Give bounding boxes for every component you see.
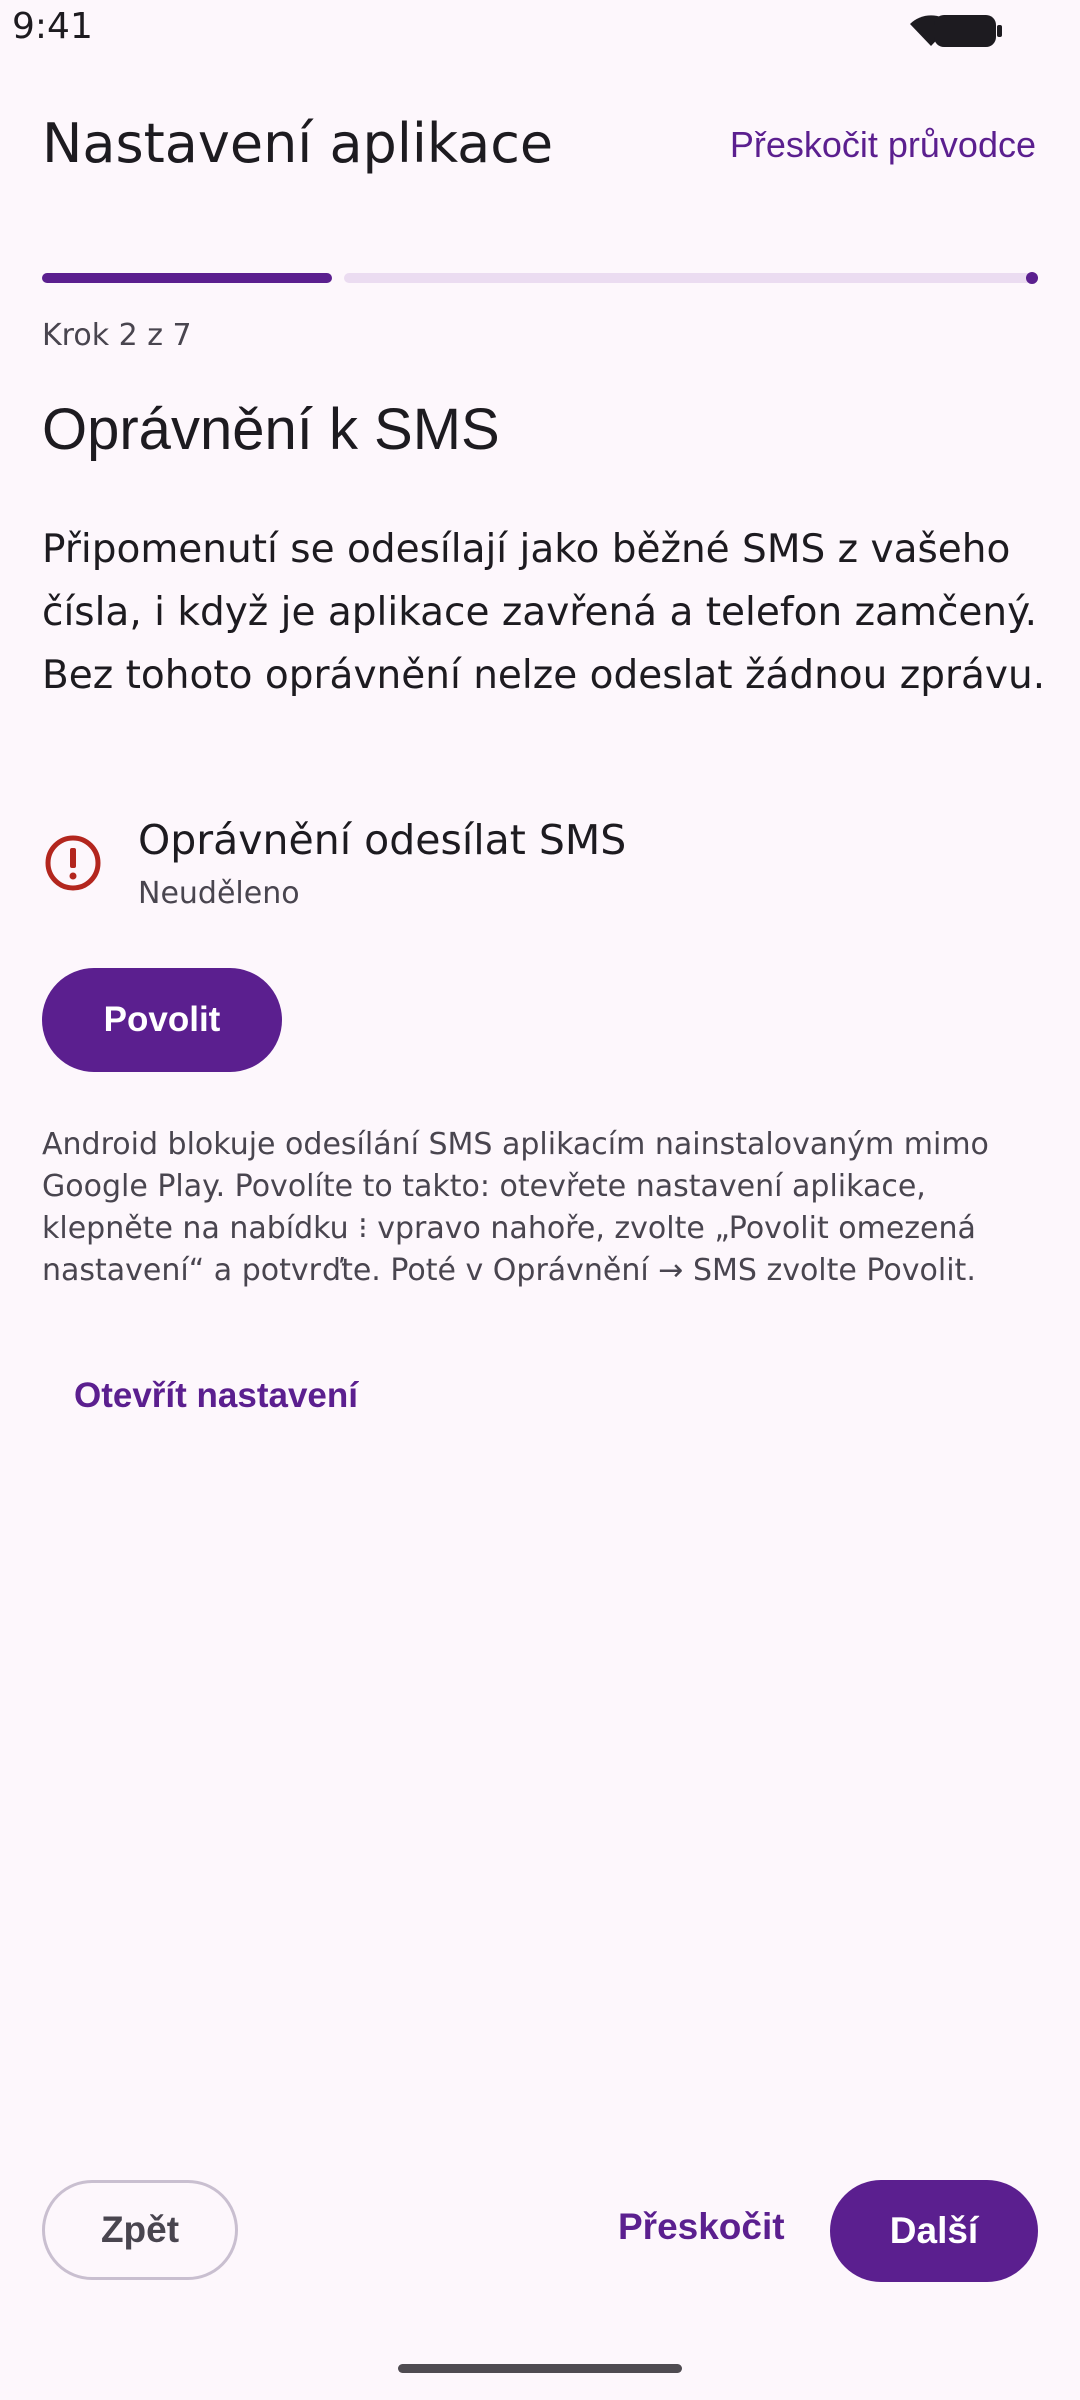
permission-status: Neuděleno [138,876,300,911]
permission-title: Oprávnění odesílat SMS [138,816,627,864]
step-indicator: Krok 2 z 7 [42,318,192,353]
open-settings-link[interactable]: Otevřít nastavení [74,1376,358,1416]
skip-button[interactable]: Přeskočit [618,2206,785,2248]
progress-end-dot [1026,272,1038,284]
status-time: 9:41 [12,6,93,47]
battery-icon [934,15,1002,47]
progress-bar-track [344,273,1038,283]
home-indicator[interactable] [398,2364,682,2373]
skip-guide-link[interactable]: Přeskočit průvodce [730,124,1036,166]
help-text: Android blokuje odesílání SMS aplikacím … [42,1127,989,1288]
next-button[interactable]: Další [830,2180,1038,2282]
page-title: Nastavení aplikace [42,112,554,175]
allow-button[interactable]: Povolit [42,968,282,1072]
back-button[interactable]: Zpět [42,2180,238,2280]
error-icon [45,835,101,891]
section-description: Připomenutí se odesílají jako běžné SMS … [42,527,1046,698]
progress-bar-fill [42,273,332,283]
section-heading: Oprávnění k SMS [42,397,500,462]
